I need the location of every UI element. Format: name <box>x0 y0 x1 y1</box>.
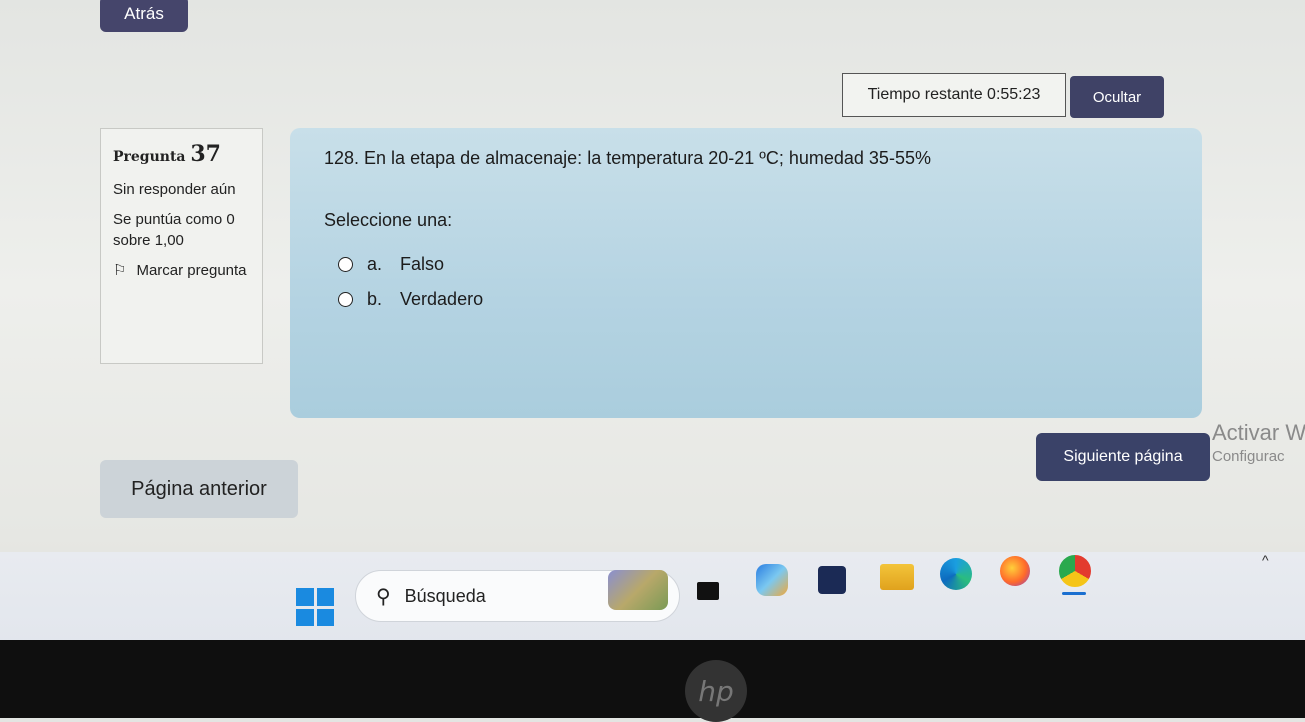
search-icon: ⚲ <box>376 585 391 608</box>
active-app-indicator <box>1062 592 1086 595</box>
option-a-letter: a. <box>367 254 383 274</box>
question-text: 128. En la etapa de almacenaje: la tempe… <box>324 148 931 168</box>
option-b-letter: b. <box>367 289 383 309</box>
option-b-label: Verdadero <box>400 289 484 309</box>
option-b-radio[interactable] <box>338 292 353 307</box>
question-prompt: Seleccione una: <box>324 210 453 230</box>
question-info-panel: Pregunta 37 Sin responder aún Se puntúa … <box>100 128 263 364</box>
windows-activation-watermark: Activar Windo Configurac <box>1212 420 1305 465</box>
time-remaining: Tiempo restante 0:55:23 <box>842 73 1066 117</box>
terminal-icon[interactable] <box>697 582 719 600</box>
hide-timer-button[interactable]: Ocultar <box>1070 76 1164 118</box>
watermark-line1: Activar Windo <box>1212 420 1305 445</box>
flag-question-link[interactable]: ⚐ Marcar pregunta <box>113 260 250 282</box>
search-placeholder: Búsqueda <box>404 585 486 606</box>
back-button[interactable]: Atrás <box>100 0 188 32</box>
file-explorer-icon[interactable] <box>880 564 914 590</box>
store-icon[interactable] <box>818 566 846 594</box>
option-a-radio[interactable] <box>338 257 353 272</box>
edge-icon[interactable] <box>940 558 972 590</box>
widgets-icon[interactable] <box>608 570 668 610</box>
option-a-label: Falso <box>400 254 445 274</box>
chrome-icon[interactable] <box>1056 552 1094 590</box>
copilot-icon[interactable] <box>756 564 788 596</box>
question-title: Pregunta 37 <box>113 139 250 171</box>
watermark-line2: Configurac <box>1212 448 1285 465</box>
question-score: Se puntúa como 0 sobre 1,00 <box>113 210 235 250</box>
question-status: Sin responder aún <box>113 180 236 198</box>
next-page-button[interactable]: Siguiente página <box>1036 433 1210 481</box>
windows-start-icon[interactable] <box>296 588 334 626</box>
firefox-icon[interactable] <box>1000 556 1030 586</box>
laptop-bezel <box>0 640 1305 718</box>
flag-label: Marcar pregunta <box>136 262 247 280</box>
hp-logo: hp <box>685 660 747 722</box>
question-panel: 128. En la etapa de almacenaje: la tempe… <box>290 128 1202 418</box>
previous-page-button[interactable]: Página anterior <box>100 460 298 518</box>
chevron-up-icon[interactable]: ^ <box>1262 552 1269 568</box>
option-b[interactable]: b. Verdadero <box>338 289 483 310</box>
flag-icon: ⚐ <box>113 262 127 280</box>
question-number: 37 <box>190 141 221 167</box>
question-title-word: Pregunta <box>113 149 186 165</box>
option-a[interactable]: a. Falso <box>338 254 444 275</box>
